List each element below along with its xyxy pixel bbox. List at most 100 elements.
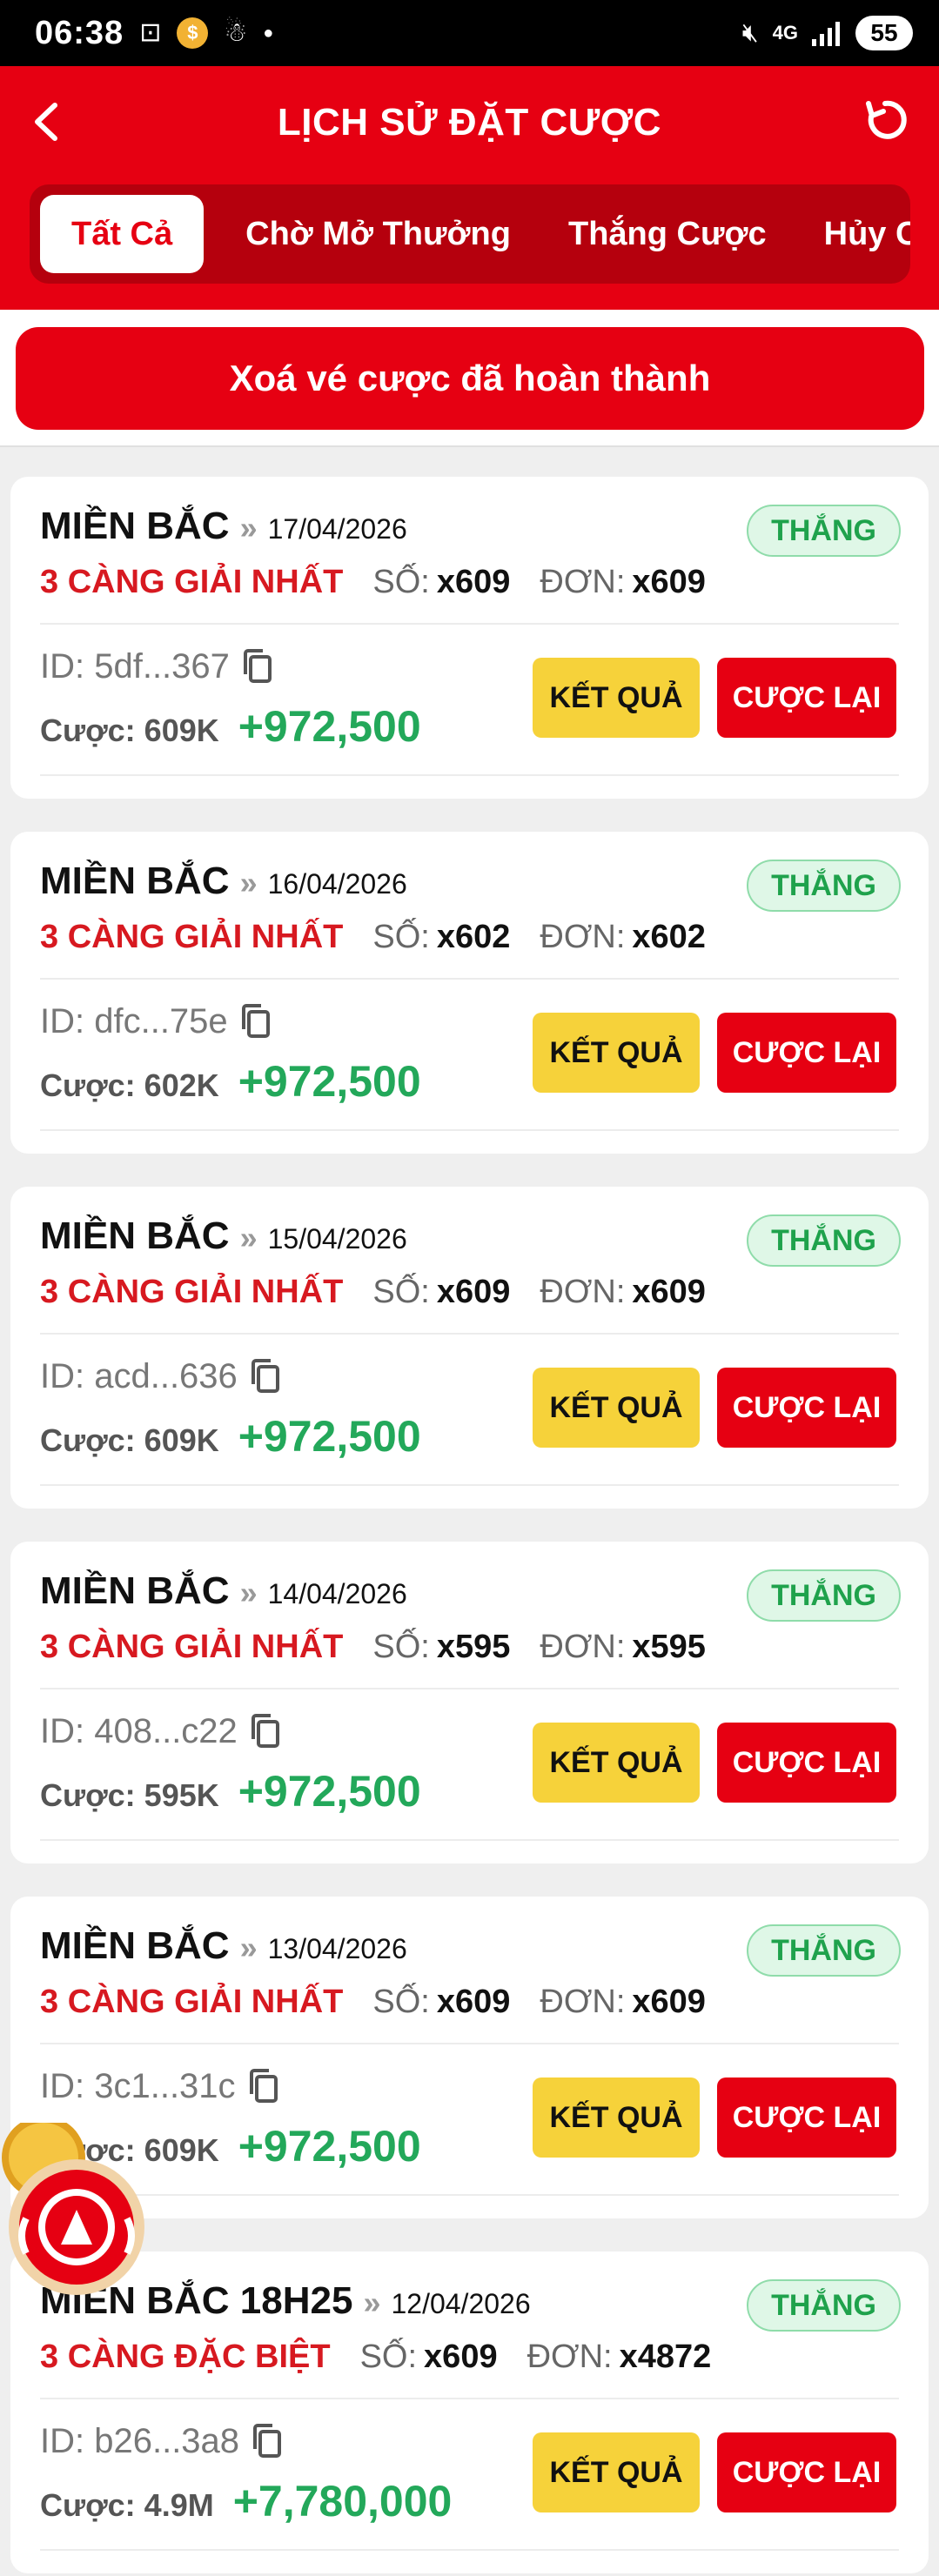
stake-amount: Cược: 609K xyxy=(40,713,219,748)
status-right: 🔇︎ 4G 55 xyxy=(742,16,913,50)
bet-region: MIỀN BẮC » 17/04/2026 xyxy=(40,505,407,548)
ticket-id: ID: 408...c22 xyxy=(40,1712,238,1750)
rebet-button[interactable]: CƯỢC LẠI xyxy=(717,2432,896,2512)
number-label: SỐ: xyxy=(359,2338,418,2375)
region-name: MIỀN BẮC xyxy=(40,1214,230,1257)
bet-region: MIỀN BẮC » 16/04/2026 xyxy=(40,860,407,903)
result-button[interactable]: KẾT QUẢ xyxy=(533,2078,700,2158)
bet-date: 12/04/2026 xyxy=(391,2288,531,2319)
separator: » xyxy=(239,1575,258,1610)
copy-icon[interactable] xyxy=(248,1713,283,1751)
bet-type: 3 CÀNG ĐẶC BIỆT xyxy=(40,2338,331,2375)
ticket-id: ID: 5df...367 xyxy=(40,647,230,686)
bet-type: 3 CÀNG GIẢI NHẤT xyxy=(40,1274,344,1310)
refresh-button[interactable] xyxy=(857,92,913,148)
status-time: 06:38 xyxy=(35,14,124,51)
bet-type: 3 CÀNG GIẢI NHẤT xyxy=(40,1629,344,1665)
copy-icon[interactable] xyxy=(250,2423,285,2461)
screenshot-icon: ⊡ xyxy=(139,18,162,47)
divider xyxy=(40,978,899,980)
copy-icon[interactable] xyxy=(240,648,275,686)
copy-icon[interactable] xyxy=(238,1003,273,1041)
refresh-icon xyxy=(866,100,907,139)
ticket-id-row: ID: 5df...367 xyxy=(40,647,275,686)
stake-row: Cược: 609K +972,500 xyxy=(40,1411,421,1462)
back-button[interactable] xyxy=(19,96,71,148)
clear-completed-button[interactable]: Xoá vé cược đã hoàn thành xyxy=(16,327,924,430)
header: LỊCH SỬ ĐẶT CƯỢC Tất Cả Chờ Mở Thưởng Th… xyxy=(0,66,939,310)
ticket-id-row: ID: b26...3a8 xyxy=(40,2422,285,2461)
rebet-button[interactable]: CƯỢC LẠI xyxy=(717,1368,896,1448)
clear-area: Xoá vé cược đã hoàn thành xyxy=(0,310,939,447)
separator: » xyxy=(239,1930,258,1965)
bet-order: ĐƠN: x595 xyxy=(540,1629,706,1666)
rebet-button[interactable]: CƯỢC LẠI xyxy=(717,2078,896,2158)
floating-support-widget[interactable] xyxy=(0,2116,165,2297)
chevron-left-icon xyxy=(35,103,57,141)
ticket-id-row: ID: 3c1...31c xyxy=(40,2067,281,2106)
ticket-id-row: ID: dfc...75e xyxy=(40,1002,273,1041)
tab-won[interactable]: Thắng Cược xyxy=(553,195,782,273)
ticket-id-row: ID: acd...636 xyxy=(40,1357,283,1396)
result-button[interactable]: KẾT QUẢ xyxy=(533,1368,700,1448)
bet-date: 16/04/2026 xyxy=(267,868,407,900)
number-value: x609 xyxy=(436,1984,511,2020)
status-badge: THẮNG xyxy=(747,860,901,912)
rebet-button[interactable]: CƯỢC LẠI xyxy=(717,1723,896,1803)
ticket-id-row: ID: 408...c22 xyxy=(40,1712,283,1751)
win-amount: +972,500 xyxy=(238,702,421,751)
divider xyxy=(40,623,899,625)
stake-row: Cược: 602K +972,500 xyxy=(40,1056,421,1107)
order-value: x609 xyxy=(632,1274,706,1310)
more-notifications-dot-icon: ● xyxy=(263,23,274,43)
order-label: ĐƠN: xyxy=(540,1984,626,2020)
region-name: MIỀN BẮC xyxy=(40,860,230,902)
bet-card: MIỀN BẮC » 14/04/2026 THẮNG 3 CÀNG GIẢI … xyxy=(10,1542,929,1863)
card-footer-line xyxy=(40,1129,899,1131)
copy-icon[interactable] xyxy=(246,2068,281,2106)
bet-info-row: 3 CÀNG GIẢI NHẤT SỐ: x609 ĐƠN: x609 xyxy=(40,1274,706,1311)
rebet-button[interactable]: CƯỢC LẠI xyxy=(717,658,896,738)
bet-order: ĐƠN: x609 xyxy=(540,1984,706,2021)
order-value: x609 xyxy=(632,564,706,600)
bet-order: ĐƠN: x4872 xyxy=(527,2338,712,2376)
tab-pending[interactable]: Chờ Mở Thưởng xyxy=(230,195,527,273)
order-label: ĐƠN: xyxy=(540,1274,626,1310)
result-button[interactable]: KẾT QUẢ xyxy=(533,2432,700,2512)
win-amount: +972,500 xyxy=(238,1057,421,1106)
region-name: MIỀN BẮC xyxy=(40,505,230,547)
number-value: x602 xyxy=(436,919,511,955)
order-value: x602 xyxy=(632,919,706,955)
result-button[interactable]: KẾT QUẢ xyxy=(533,1723,700,1803)
rebet-button[interactable]: CƯỢC LẠI xyxy=(717,1013,896,1093)
divider xyxy=(40,1333,899,1335)
status-bar: 06:38 ⊡ $ ☃ ● 🔇︎ 4G 55 xyxy=(0,0,939,66)
number-value: x609 xyxy=(436,1274,511,1310)
status-badge: THẮNG xyxy=(747,2279,901,2332)
signal-icon xyxy=(812,22,840,46)
copy-icon[interactable] xyxy=(248,1358,283,1396)
support-chat-icon xyxy=(2,2116,144,2295)
card-footer-line xyxy=(40,1839,899,1841)
bet-order: ĐƠN: x602 xyxy=(540,919,706,956)
bet-number: SỐ: x609 xyxy=(360,2338,498,2376)
bet-type: 3 CÀNG GIẢI NHẤT xyxy=(40,919,344,955)
stake-amount: Cược: 595K xyxy=(40,1777,219,1813)
bet-date: 14/04/2026 xyxy=(267,1578,407,1609)
stake-row: Cược: 609K +972,500 xyxy=(40,701,421,752)
bet-number: SỐ: x609 xyxy=(372,1984,510,2021)
header-row: LỊCH SỬ ĐẶT CƯỢC xyxy=(0,66,939,179)
mute-icon: 🔇︎ xyxy=(741,18,759,47)
tab-cancelled[interactable]: Hủy Cư xyxy=(808,195,910,273)
result-button[interactable]: KẾT QUẢ xyxy=(533,1013,700,1093)
status-badge: THẮNG xyxy=(747,1214,901,1267)
status-left: 06:38 ⊡ $ ☃ ● xyxy=(35,15,273,52)
separator: » xyxy=(239,1220,258,1255)
tab-all[interactable]: Tất Cả xyxy=(40,195,205,273)
bet-order: ĐƠN: x609 xyxy=(540,1274,706,1311)
result-button[interactable]: KẾT QUẢ xyxy=(533,658,700,738)
bet-date: 13/04/2026 xyxy=(267,1933,407,1964)
card-footer-line xyxy=(40,2549,899,2551)
number-label: SỐ: xyxy=(372,564,430,600)
app-notification-icon: ☃ xyxy=(224,18,248,47)
